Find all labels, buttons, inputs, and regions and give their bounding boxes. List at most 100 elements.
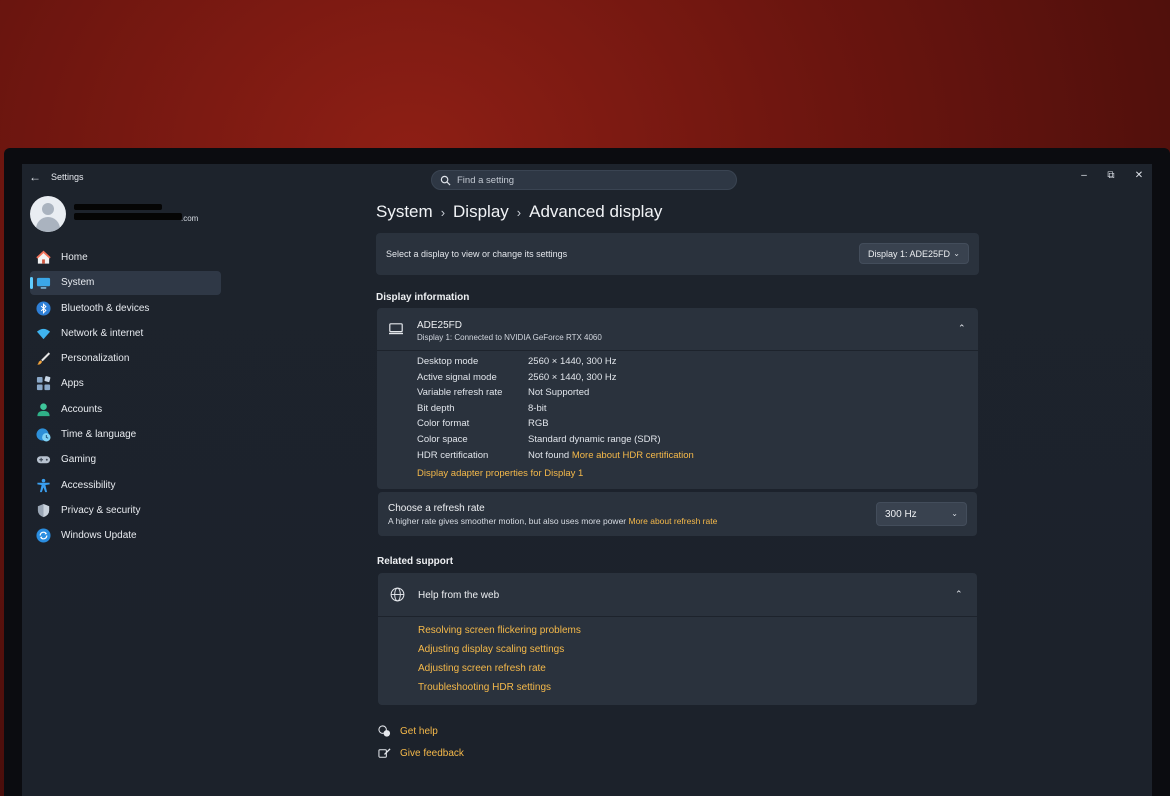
back-arrow-icon[interactable]: ← — [28, 170, 42, 184]
settings-window: ← Settings – ⧉ ✕ .com Home — [22, 164, 1152, 796]
redacted-email — [74, 213, 182, 220]
display-connection: Display 1: Connected to NVIDIA GeForce R… — [417, 333, 602, 342]
info-key: HDR certification — [417, 450, 489, 461]
update-icon — [36, 528, 51, 543]
help-from-web-header[interactable]: Help from the web ⌃ — [378, 573, 977, 617]
refresh-rate-subtitle: A higher rate gives smoother motion, but… — [388, 516, 627, 526]
help-link[interactable]: Troubleshooting HDR settings — [418, 682, 551, 693]
display-select-dropdown[interactable]: Display 1: ADE25FD ⌄ — [859, 243, 969, 264]
sidebar-item-label: Accounts — [61, 403, 103, 415]
get-help-icon — [378, 725, 391, 737]
page-title: Advanced display — [529, 202, 663, 221]
email-suffix: .com — [181, 214, 199, 223]
sidebar-item-windows-update[interactable]: Windows Update — [30, 524, 221, 548]
sidebar-item-label: Gaming — [61, 454, 97, 466]
chevron-right-icon: › — [440, 205, 446, 220]
sidebar-item-label: System — [61, 277, 95, 289]
bluetooth-icon — [36, 301, 51, 316]
refresh-rate-description: A higher rate gives smoother motion, but… — [388, 516, 717, 526]
sidebar-nav: Home System Bluetooth & devices Network … — [30, 246, 221, 550]
avatar — [30, 196, 66, 232]
info-key: Desktop mode — [417, 356, 479, 367]
sidebar-item-accounts[interactable]: Accounts — [30, 398, 221, 422]
sidebar-item-gaming[interactable]: Gaming — [30, 448, 221, 472]
info-value: Not found More about HDR certification — [528, 450, 694, 461]
info-key: Active signal mode — [417, 372, 497, 383]
sidebar-item-accessibility[interactable]: Accessibility — [30, 474, 221, 498]
home-icon — [36, 250, 51, 264]
related-support-card: Help from the web ⌃ Resolving screen fli… — [378, 573, 977, 705]
globe-icon — [390, 587, 405, 602]
help-link[interactable]: Adjusting display scaling settings — [418, 644, 564, 655]
sidebar-item-apps[interactable]: Apps — [30, 372, 221, 396]
display-select-value: Display 1: ADE25FD — [868, 249, 951, 259]
sidebar-item-label: Accessibility — [61, 479, 116, 491]
get-help-link[interactable]: Get help — [400, 726, 438, 737]
breadcrumb-display[interactable]: Display — [453, 202, 509, 222]
hdr-certification-link[interactable]: More about HDR certification — [572, 450, 694, 461]
sidebar-item-label: Privacy & security — [61, 504, 141, 516]
globe-clock-icon — [36, 428, 51, 442]
chevron-down-icon: ⌄ — [951, 509, 958, 518]
info-key: Variable refresh rate — [417, 387, 503, 398]
chevron-down-icon: ⌄ — [953, 249, 960, 258]
gamepad-icon — [36, 456, 51, 464]
help-link[interactable]: Resolving screen flickering problems — [418, 625, 581, 636]
sidebar-item-label: Time & language — [61, 429, 137, 441]
info-key: Color format — [417, 418, 470, 429]
search-box[interactable] — [431, 170, 737, 190]
info-value: Standard dynamic range (SDR) — [528, 434, 661, 445]
minimize-icon[interactable]: – — [1077, 169, 1091, 183]
select-display-label: Select a display to view or change its s… — [386, 249, 568, 259]
info-value: Not Supported — [528, 387, 590, 398]
sidebar-item-time-language[interactable]: Time & language — [30, 423, 221, 447]
close-icon[interactable]: ✕ — [1132, 169, 1146, 183]
info-value: 8-bit — [528, 403, 547, 414]
sidebar-item-privacy[interactable]: Privacy & security — [30, 499, 221, 523]
account-icon — [37, 403, 50, 416]
sidebar-item-bluetooth[interactable]: Bluetooth & devices — [30, 297, 221, 321]
display-info-header[interactable]: ADE25FD Display 1: Connected to NVIDIA G… — [377, 308, 978, 351]
sidebar-item-label: Network & internet — [61, 327, 144, 339]
hdr-status: Not found — [528, 450, 570, 461]
chevron-up-icon[interactable]: ⌃ — [958, 323, 966, 334]
sidebar-item-label: Bluetooth & devices — [61, 302, 150, 314]
adapter-properties-link[interactable]: Display adapter properties for Display 1 — [417, 468, 583, 482]
help-link[interactable]: Adjusting screen refresh rate — [418, 663, 546, 674]
sidebar-item-label: Windows Update — [61, 530, 137, 542]
select-display-card: Select a display to view or change its s… — [376, 233, 979, 275]
wifi-icon — [36, 328, 51, 340]
display-information-heading: Display information — [376, 292, 470, 303]
search-icon — [440, 175, 451, 186]
restore-icon[interactable]: ⧉ — [1104, 169, 1118, 183]
sidebar-item-label: Personalization — [61, 353, 130, 365]
chevron-right-icon: › — [516, 205, 522, 220]
info-key: Color space — [417, 434, 468, 445]
refresh-rate-dropdown[interactable]: 300 Hz ⌄ — [876, 502, 967, 526]
brush-icon — [37, 352, 51, 365]
sidebar-item-label: Apps — [61, 378, 84, 390]
apps-icon — [36, 376, 51, 391]
refresh-rate-title: Choose a refresh rate — [388, 503, 485, 514]
sidebar-item-label: Home — [61, 252, 88, 263]
feedback-icon — [378, 748, 391, 758]
info-value: RGB — [528, 418, 549, 429]
refresh-rate-value: 300 Hz — [885, 509, 917, 520]
search-input[interactable] — [457, 173, 727, 188]
refresh-rate-card: Choose a refresh rate A higher rate give… — [378, 492, 977, 536]
chevron-up-icon[interactable]: ⌃ — [955, 589, 963, 600]
refresh-rate-link[interactable]: More about refresh rate — [629, 516, 718, 526]
display-name: ADE25FD — [417, 320, 463, 331]
system-icon — [36, 278, 51, 289]
info-value: 2560 × 1440, 300 Hz — [528, 372, 617, 383]
sidebar-item-personalization[interactable]: Personalization — [30, 347, 221, 371]
give-feedback-link[interactable]: Give feedback — [400, 748, 464, 759]
sidebar-item-home[interactable]: Home — [30, 246, 221, 270]
info-key: Bit depth — [417, 403, 455, 414]
breadcrumb-system[interactable]: System — [376, 202, 433, 222]
related-support-heading: Related support — [377, 556, 454, 567]
sidebar-item-system[interactable]: System — [30, 271, 221, 295]
shield-icon — [37, 503, 50, 518]
sidebar-item-network[interactable]: Network & internet — [30, 322, 221, 346]
info-value: 2560 × 1440, 300 Hz — [528, 356, 617, 367]
